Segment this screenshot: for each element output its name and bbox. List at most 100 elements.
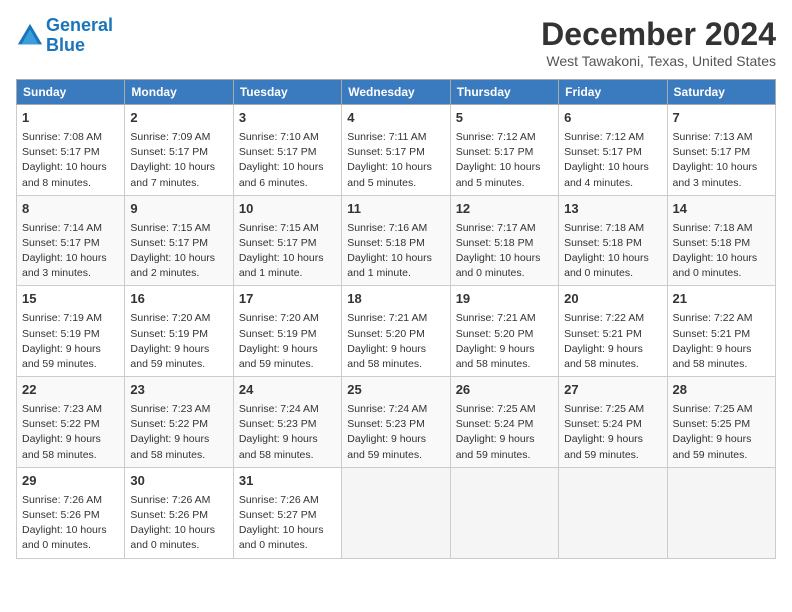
day-number: 22 [22, 381, 119, 400]
day-info-line: Sunrise: 7:24 AM [347, 402, 444, 417]
day-info-line: and 58 minutes. [673, 357, 770, 372]
calendar-cell: 12Sunrise: 7:17 AMSunset: 5:18 PMDayligh… [450, 195, 558, 286]
day-info-line: and 0 minutes. [239, 538, 336, 553]
day-info-line: Daylight: 9 hours [673, 432, 770, 447]
day-info-line: and 58 minutes. [130, 448, 227, 463]
weekday-saturday: Saturday [667, 80, 775, 105]
day-info-line: Sunrise: 7:15 AM [239, 221, 336, 236]
day-number: 5 [456, 109, 553, 128]
weekday-sunday: Sunday [17, 80, 125, 105]
day-info-line: Daylight: 9 hours [22, 342, 119, 357]
day-info-line: Sunset: 5:20 PM [456, 327, 553, 342]
day-number: 18 [347, 290, 444, 309]
day-info-line: and 7 minutes. [130, 176, 227, 191]
day-info-line: and 59 minutes. [456, 448, 553, 463]
calendar-cell: 27Sunrise: 7:25 AMSunset: 5:24 PMDayligh… [559, 377, 667, 468]
day-info-line: Daylight: 10 hours [130, 160, 227, 175]
day-info-line: Daylight: 9 hours [22, 432, 119, 447]
day-number: 24 [239, 381, 336, 400]
day-info-line: and 0 minutes. [673, 266, 770, 281]
day-info-line: Sunrise: 7:19 AM [22, 311, 119, 326]
day-info-line: Daylight: 10 hours [130, 251, 227, 266]
day-info-line: Daylight: 10 hours [239, 251, 336, 266]
day-number: 31 [239, 472, 336, 491]
calendar-cell: 18Sunrise: 7:21 AMSunset: 5:20 PMDayligh… [342, 286, 450, 377]
day-info-line: Daylight: 9 hours [673, 342, 770, 357]
day-info-line: Daylight: 9 hours [130, 342, 227, 357]
logo-text: General Blue [46, 16, 113, 56]
day-info-line: Sunrise: 7:17 AM [456, 221, 553, 236]
location: West Tawakoni, Texas, United States [541, 53, 776, 69]
calendar-cell: 29Sunrise: 7:26 AMSunset: 5:26 PMDayligh… [17, 467, 125, 558]
calendar-cell: 17Sunrise: 7:20 AMSunset: 5:19 PMDayligh… [233, 286, 341, 377]
day-info-line: Sunset: 5:24 PM [456, 417, 553, 432]
calendar-cell: 21Sunrise: 7:22 AMSunset: 5:21 PMDayligh… [667, 286, 775, 377]
day-info-line: Daylight: 9 hours [130, 432, 227, 447]
day-info-line: Sunset: 5:26 PM [130, 508, 227, 523]
day-info-line: Daylight: 10 hours [564, 251, 661, 266]
day-info-line: Daylight: 9 hours [239, 342, 336, 357]
day-info-line: Sunset: 5:27 PM [239, 508, 336, 523]
main-container: General Blue December 2024 West Tawakoni… [0, 0, 792, 567]
day-info-line: and 3 minutes. [673, 176, 770, 191]
day-info-line: Daylight: 10 hours [347, 251, 444, 266]
logo-icon [16, 22, 44, 50]
day-number: 30 [130, 472, 227, 491]
day-info-line: and 0 minutes. [130, 538, 227, 553]
day-info-line: Sunset: 5:19 PM [22, 327, 119, 342]
day-number: 28 [673, 381, 770, 400]
calendar-cell: 19Sunrise: 7:21 AMSunset: 5:20 PMDayligh… [450, 286, 558, 377]
calendar-cell: 14Sunrise: 7:18 AMSunset: 5:18 PMDayligh… [667, 195, 775, 286]
calendar-cell: 31Sunrise: 7:26 AMSunset: 5:27 PMDayligh… [233, 467, 341, 558]
day-info-line: Sunrise: 7:26 AM [239, 493, 336, 508]
day-info-line: and 59 minutes. [347, 448, 444, 463]
day-info-line: Daylight: 10 hours [564, 160, 661, 175]
day-info-line: Sunrise: 7:23 AM [22, 402, 119, 417]
calendar-week-3: 15Sunrise: 7:19 AMSunset: 5:19 PMDayligh… [17, 286, 776, 377]
day-info-line: Sunset: 5:17 PM [22, 236, 119, 251]
day-number: 15 [22, 290, 119, 309]
day-number: 8 [22, 200, 119, 219]
logo-line2: Blue [46, 35, 85, 55]
calendar-week-4: 22Sunrise: 7:23 AMSunset: 5:22 PMDayligh… [17, 377, 776, 468]
day-number: 21 [673, 290, 770, 309]
calendar-cell: 8 Sunrise: 7:14 AMSunset: 5:17 PMDaylight… [17, 195, 125, 286]
day-info-line: Sunrise: 7:25 AM [564, 402, 661, 417]
day-number: 13 [564, 200, 661, 219]
day-info-line: Daylight: 10 hours [22, 251, 119, 266]
day-info-line: and 1 minute. [347, 266, 444, 281]
calendar-cell: 11Sunrise: 7:16 AMSunset: 5:18 PMDayligh… [342, 195, 450, 286]
calendar-cell: 20Sunrise: 7:22 AMSunset: 5:21 PMDayligh… [559, 286, 667, 377]
day-info-line: and 59 minutes. [673, 448, 770, 463]
calendar-cell [342, 467, 450, 558]
weekday-header-row: SundayMondayTuesdayWednesdayThursdayFrid… [17, 80, 776, 105]
calendar-week-1: 1Sunrise: 7:08 AMSunset: 5:17 PMDaylight… [17, 105, 776, 196]
day-info-line: Sunrise: 7:26 AM [130, 493, 227, 508]
day-info-line: Sunrise: 7:24 AM [239, 402, 336, 417]
day-info-line: Sunrise: 7:14 AM [22, 221, 119, 236]
day-info-line: Sunrise: 7:25 AM [456, 402, 553, 417]
weekday-tuesday: Tuesday [233, 80, 341, 105]
day-info-line: and 0 minutes. [564, 266, 661, 281]
day-number: 10 [239, 200, 336, 219]
day-number: 6 [564, 109, 661, 128]
day-info-line: Sunset: 5:18 PM [673, 236, 770, 251]
day-info-line: Sunset: 5:21 PM [673, 327, 770, 342]
header: General Blue December 2024 West Tawakoni… [16, 16, 776, 69]
calendar-cell: 30Sunrise: 7:26 AMSunset: 5:26 PMDayligh… [125, 467, 233, 558]
day-info-line: Sunset: 5:22 PM [130, 417, 227, 432]
day-info-line: and 8 minutes. [22, 176, 119, 191]
calendar-cell: 2Sunrise: 7:09 AMSunset: 5:17 PMDaylight… [125, 105, 233, 196]
day-info-line: Sunset: 5:18 PM [456, 236, 553, 251]
day-info-line: Daylight: 10 hours [22, 523, 119, 538]
day-info-line: Daylight: 10 hours [673, 160, 770, 175]
day-info-line: and 59 minutes. [130, 357, 227, 372]
day-info-line: Sunrise: 7:25 AM [673, 402, 770, 417]
day-number: 3 [239, 109, 336, 128]
day-info-line: Sunset: 5:17 PM [239, 236, 336, 251]
day-info-line: Sunset: 5:17 PM [239, 145, 336, 160]
day-number: 9 [130, 200, 227, 219]
calendar-week-2: 8Sunrise: 7:14 AMSunset: 5:17 PMDaylight… [17, 195, 776, 286]
calendar-body: 1Sunrise: 7:08 AMSunset: 5:17 PMDaylight… [17, 105, 776, 559]
day-info-line: and 1 minute. [239, 266, 336, 281]
